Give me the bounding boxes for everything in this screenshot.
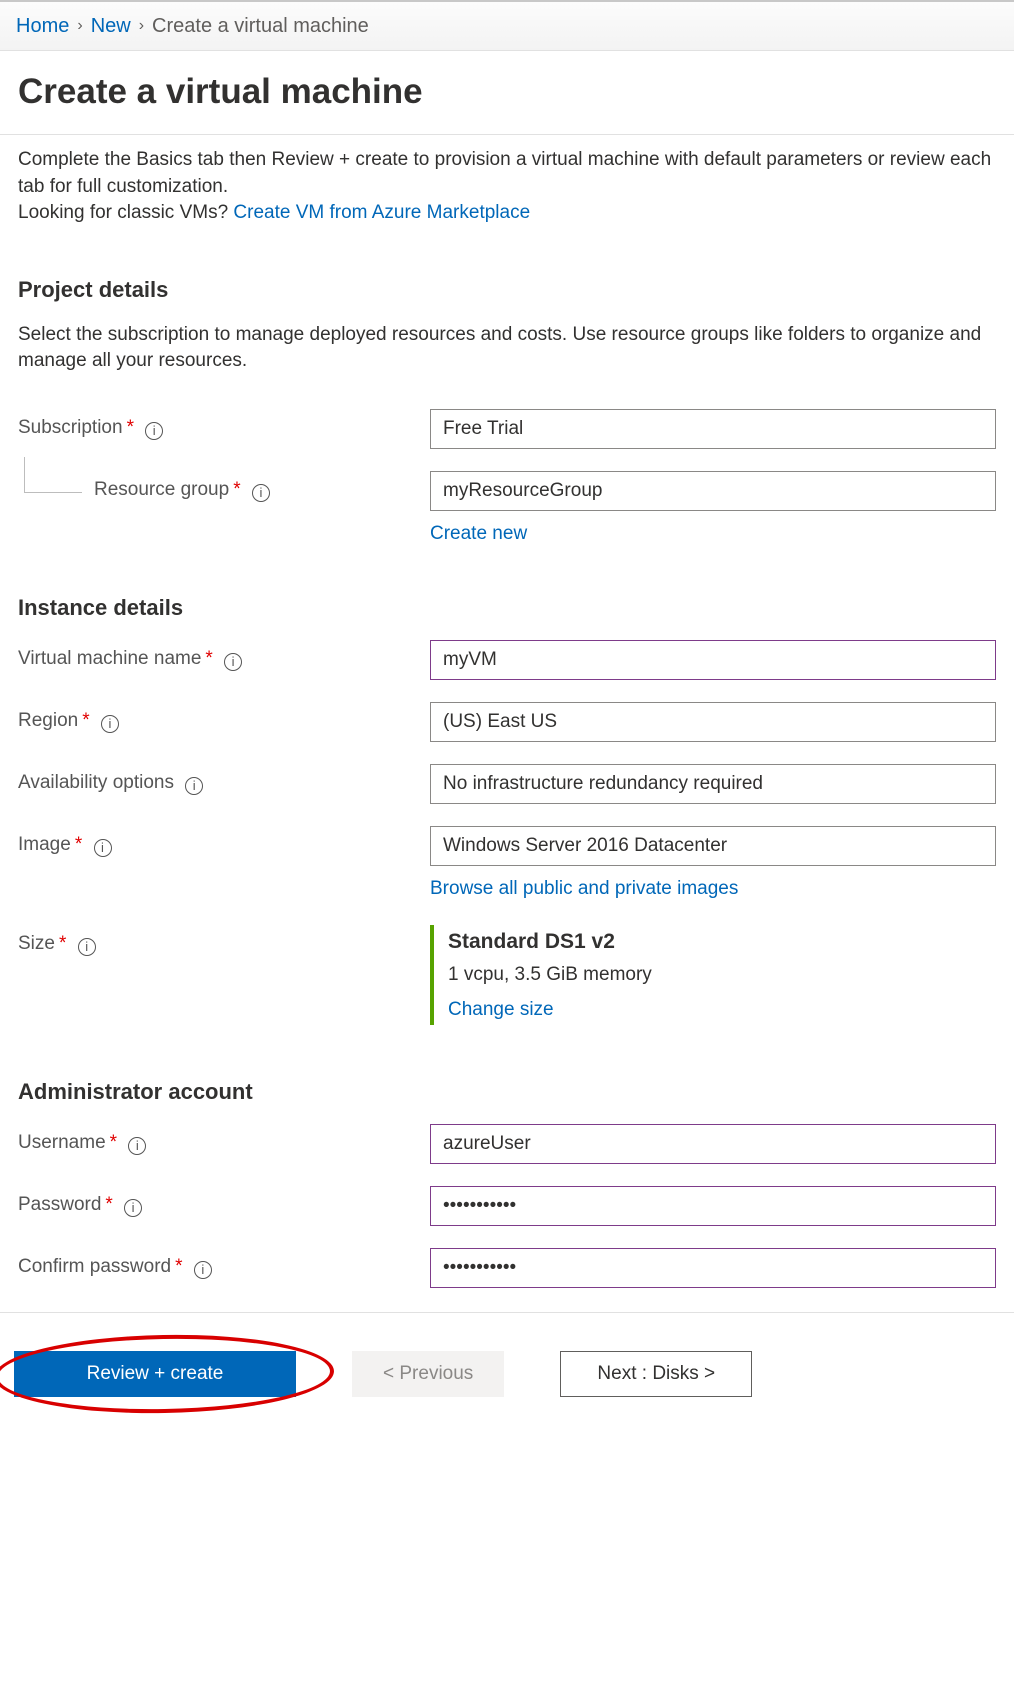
info-icon[interactable]: i: [145, 422, 163, 440]
size-card: Standard DS1 v2 1 vcpu, 3.5 GiB memory C…: [430, 925, 996, 1026]
required-icon: *: [110, 1132, 117, 1153]
required-icon: *: [59, 933, 66, 954]
review-create-button[interactable]: Review + create: [14, 1351, 296, 1397]
breadcrumb-current: Create a virtual machine: [152, 12, 369, 40]
next-button[interactable]: Next : Disks >: [560, 1351, 752, 1397]
chevron-right-icon: ›: [77, 15, 82, 37]
info-icon[interactable]: i: [252, 484, 270, 502]
info-icon[interactable]: i: [101, 715, 119, 733]
image-label: Image* i: [18, 826, 430, 859]
region-select[interactable]: [430, 702, 996, 742]
size-name: Standard DS1 v2: [448, 927, 996, 956]
create-new-link[interactable]: Create new: [430, 521, 527, 548]
previous-button[interactable]: < Previous: [352, 1351, 504, 1397]
info-icon[interactable]: i: [194, 1261, 212, 1279]
section-instance-details: Instance details: [18, 593, 996, 624]
project-desc: Select the subscription to manage deploy…: [18, 322, 996, 375]
page-title: Create a virtual machine: [18, 67, 996, 116]
required-icon: *: [233, 479, 240, 500]
confirm-password-input[interactable]: [430, 1248, 996, 1288]
required-icon: *: [75, 834, 82, 855]
intro-line2-pre: Looking for classic VMs?: [18, 202, 233, 223]
info-icon[interactable]: i: [78, 938, 96, 956]
availability-select[interactable]: [430, 764, 996, 804]
required-icon: *: [105, 1194, 112, 1215]
image-select[interactable]: [430, 826, 996, 866]
vmname-label: Virtual machine name* i: [18, 640, 430, 673]
subscription-select[interactable]: [430, 409, 996, 449]
marketplace-link[interactable]: Create VM from Azure Marketplace: [233, 202, 530, 223]
tree-connector-icon: [24, 457, 82, 493]
resource-group-label: Resource group: [94, 479, 229, 500]
username-input[interactable]: [430, 1124, 996, 1164]
info-icon[interactable]: i: [224, 653, 242, 671]
chevron-right-icon: ›: [139, 15, 144, 37]
info-icon[interactable]: i: [124, 1199, 142, 1217]
required-icon: *: [82, 710, 89, 731]
required-icon: *: [205, 648, 212, 669]
breadcrumb-home[interactable]: Home: [16, 12, 69, 40]
region-label: Region* i: [18, 702, 430, 735]
browse-images-link[interactable]: Browse all public and private images: [430, 876, 738, 903]
info-icon[interactable]: i: [128, 1137, 146, 1155]
change-size-link[interactable]: Change size: [448, 997, 554, 1024]
info-icon[interactable]: i: [185, 777, 203, 795]
confirm-password-label: Confirm password* i: [18, 1248, 430, 1281]
resource-group-select[interactable]: [430, 471, 996, 511]
availability-label: Availability options i: [18, 764, 430, 797]
vmname-input[interactable]: [430, 640, 996, 680]
intro-line1: Complete the Basics tab then Review + cr…: [18, 147, 996, 200]
size-label: Size* i: [18, 925, 430, 958]
username-label: Username* i: [18, 1124, 430, 1157]
password-label: Password* i: [18, 1186, 430, 1219]
info-icon[interactable]: i: [94, 839, 112, 857]
password-input[interactable]: [430, 1186, 996, 1226]
subscription-label: Subscription* i: [18, 409, 430, 442]
section-admin-account: Administrator account: [18, 1077, 996, 1108]
breadcrumb-new[interactable]: New: [91, 12, 131, 40]
footer: Review + create < Previous Next : Disks …: [0, 1313, 1014, 1435]
required-icon: *: [127, 417, 134, 438]
intro-text: Complete the Basics tab then Review + cr…: [18, 147, 996, 227]
size-spec: 1 vcpu, 3.5 GiB memory: [448, 962, 996, 989]
breadcrumb: Home › New › Create a virtual machine: [0, 0, 1014, 51]
required-icon: *: [175, 1256, 182, 1277]
section-project-details: Project details: [18, 275, 996, 306]
